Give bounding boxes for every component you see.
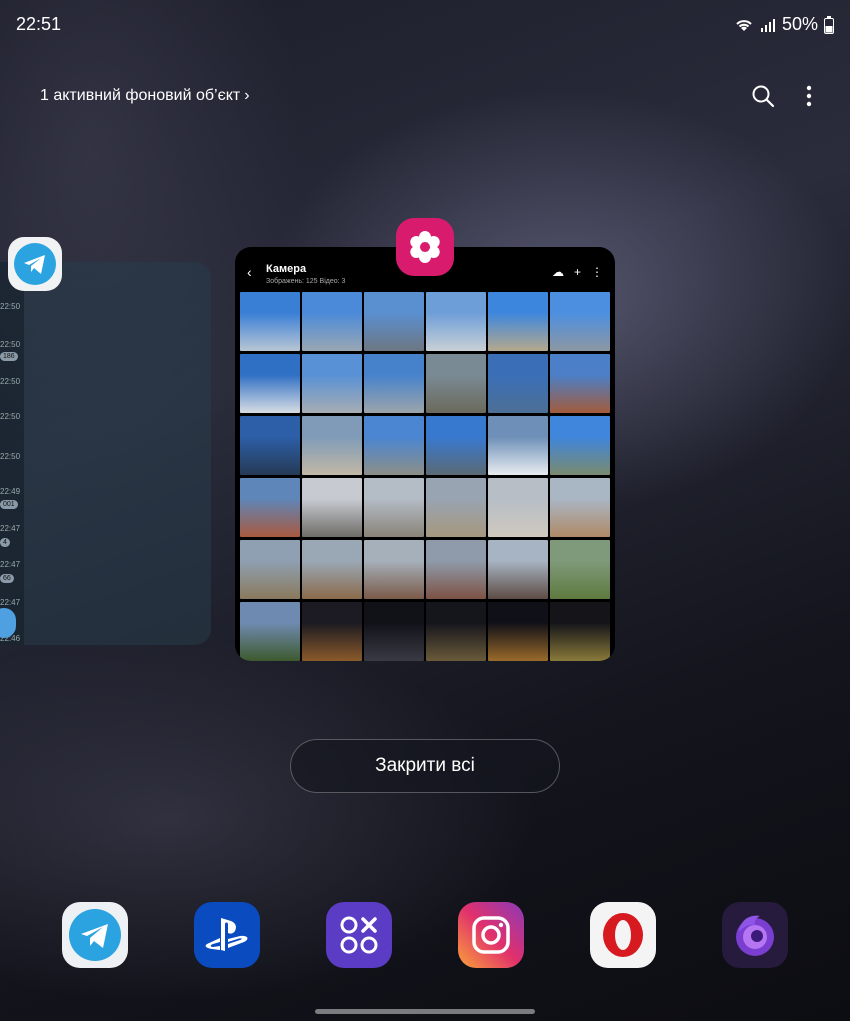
photo-thumbnail bbox=[488, 354, 548, 413]
background-activity-link[interactable]: 1 активний фоновий об’єкт › bbox=[40, 87, 250, 105]
photo-thumbnail bbox=[550, 354, 610, 413]
photo-thumbnail bbox=[364, 540, 424, 599]
chat-time: 22:47 bbox=[0, 598, 21, 607]
photo-thumbnail bbox=[550, 478, 610, 537]
photo-thumbnail bbox=[426, 354, 486, 413]
dock-good-lock[interactable] bbox=[326, 902, 392, 968]
photo-thumbnail bbox=[364, 354, 424, 413]
photo-thumbnail bbox=[488, 416, 548, 475]
photo-thumbnail bbox=[240, 354, 300, 413]
status-bar: 22:51 50% bbox=[0, 0, 850, 48]
photo-thumbnail bbox=[302, 478, 362, 537]
photo-thumbnail bbox=[240, 540, 300, 599]
photo-thumbnail bbox=[364, 292, 424, 351]
dock-telegram[interactable] bbox=[62, 902, 128, 968]
more-vert-icon bbox=[806, 85, 812, 107]
photo-thumbnail bbox=[240, 478, 300, 537]
chat-time: 22:50 bbox=[0, 377, 21, 386]
photo-thumbnail bbox=[364, 478, 424, 537]
photo-thumbnail bbox=[426, 478, 486, 537]
gallery-recent-card[interactable]: ‹ Камера Зображень: 125 Відео: 3 ☁ + ⋮ bbox=[235, 247, 615, 661]
battery-percent: 50% bbox=[781, 14, 818, 34]
battery-icon bbox=[824, 15, 834, 34]
chat-time: 22:50 bbox=[0, 412, 21, 421]
photo-grid bbox=[240, 292, 610, 661]
search-button[interactable] bbox=[750, 83, 776, 109]
opera-icon bbox=[603, 913, 643, 957]
background-activity-label: 1 активний фоновий об’єкт bbox=[40, 87, 241, 104]
signal-icon bbox=[760, 18, 775, 32]
photo-thumbnail bbox=[302, 416, 362, 475]
photo-thumbnail bbox=[364, 602, 424, 661]
photo-thumbnail bbox=[488, 292, 548, 351]
status-icons: 50% bbox=[734, 14, 834, 35]
photo-thumbnail bbox=[302, 354, 362, 413]
photo-thumbnail bbox=[426, 416, 486, 475]
chat-time: 22:50 bbox=[0, 302, 21, 311]
chat-time: 22:49 bbox=[0, 487, 21, 496]
photo-thumbnail bbox=[240, 292, 300, 351]
gallery-app-icon[interactable] bbox=[396, 218, 454, 276]
chat-time: 22:50 bbox=[0, 452, 21, 461]
photo-thumbnail bbox=[488, 602, 548, 661]
gallery-flower-icon bbox=[410, 231, 440, 263]
navigation-handle[interactable] bbox=[315, 1009, 535, 1014]
chevron-right-icon: › bbox=[244, 87, 250, 104]
dock-firefox[interactable] bbox=[722, 902, 788, 968]
chat-time: 22:47 bbox=[0, 560, 21, 569]
photo-thumbnail bbox=[364, 416, 424, 475]
good-lock-icon bbox=[340, 916, 378, 954]
chat-list-preview: 22:50 22:50 186 22:50 22:50 22:50 22:49 001 22:4… bbox=[0, 262, 24, 645]
chat-time: 22:47 bbox=[0, 524, 21, 533]
photo-thumbnail bbox=[240, 602, 300, 661]
photo-thumbnail bbox=[302, 292, 362, 351]
photo-thumbnail bbox=[550, 602, 610, 661]
photo-thumbnail bbox=[488, 478, 548, 537]
photo-thumbnail bbox=[426, 602, 486, 661]
wifi-icon bbox=[736, 19, 752, 31]
photo-thumbnail bbox=[426, 292, 486, 351]
photo-thumbnail bbox=[550, 416, 610, 475]
more-vert-icon: ⋮ bbox=[591, 265, 603, 279]
unread-badge: 4 bbox=[0, 538, 10, 547]
cloud-icon: ☁ bbox=[551, 265, 564, 279]
search-icon bbox=[752, 85, 775, 108]
add-icon: + bbox=[573, 265, 581, 279]
dock-opera[interactable] bbox=[590, 902, 656, 968]
recents-top-bar: 1 активний фоновий об’єкт › bbox=[40, 82, 822, 110]
photo-thumbnail bbox=[550, 540, 610, 599]
instagram-icon bbox=[472, 916, 510, 954]
photo-thumbnail bbox=[488, 540, 548, 599]
firefox-icon bbox=[736, 915, 774, 956]
photo-thumbnail bbox=[240, 416, 300, 475]
photo-thumbnail bbox=[302, 602, 362, 661]
unread-badge: 66 bbox=[0, 574, 14, 583]
photo-thumbnail bbox=[426, 540, 486, 599]
unread-badge: 186 bbox=[0, 352, 18, 361]
telegram-recent-card[interactable]: 22:50 22:50 186 22:50 22:50 22:50 22:49 001 22:4… bbox=[0, 262, 211, 645]
album-subtitle: Зображень: 125 Відео: 3 bbox=[266, 278, 346, 285]
telegram-card-icon[interactable] bbox=[8, 237, 62, 291]
telegram-icon bbox=[69, 909, 121, 961]
gallery-actions: ☁ + ⋮ bbox=[552, 265, 603, 279]
more-options-button[interactable] bbox=[796, 83, 822, 109]
chat-time: 22:50 bbox=[0, 340, 21, 349]
dock-instagram[interactable] bbox=[458, 902, 524, 968]
telegram-icon bbox=[14, 243, 56, 285]
close-all-button[interactable]: Закрити всі bbox=[290, 739, 560, 793]
photo-thumbnail bbox=[302, 540, 362, 599]
unread-badge: 001 bbox=[0, 500, 18, 509]
album-title: Камера bbox=[266, 263, 307, 275]
photo-thumbnail bbox=[550, 292, 610, 351]
app-dock bbox=[62, 902, 788, 968]
dock-playstation[interactable] bbox=[194, 902, 260, 968]
status-time: 22:51 bbox=[16, 14, 62, 34]
back-icon: ‹ bbox=[247, 264, 252, 280]
playstation-icon bbox=[205, 918, 248, 951]
